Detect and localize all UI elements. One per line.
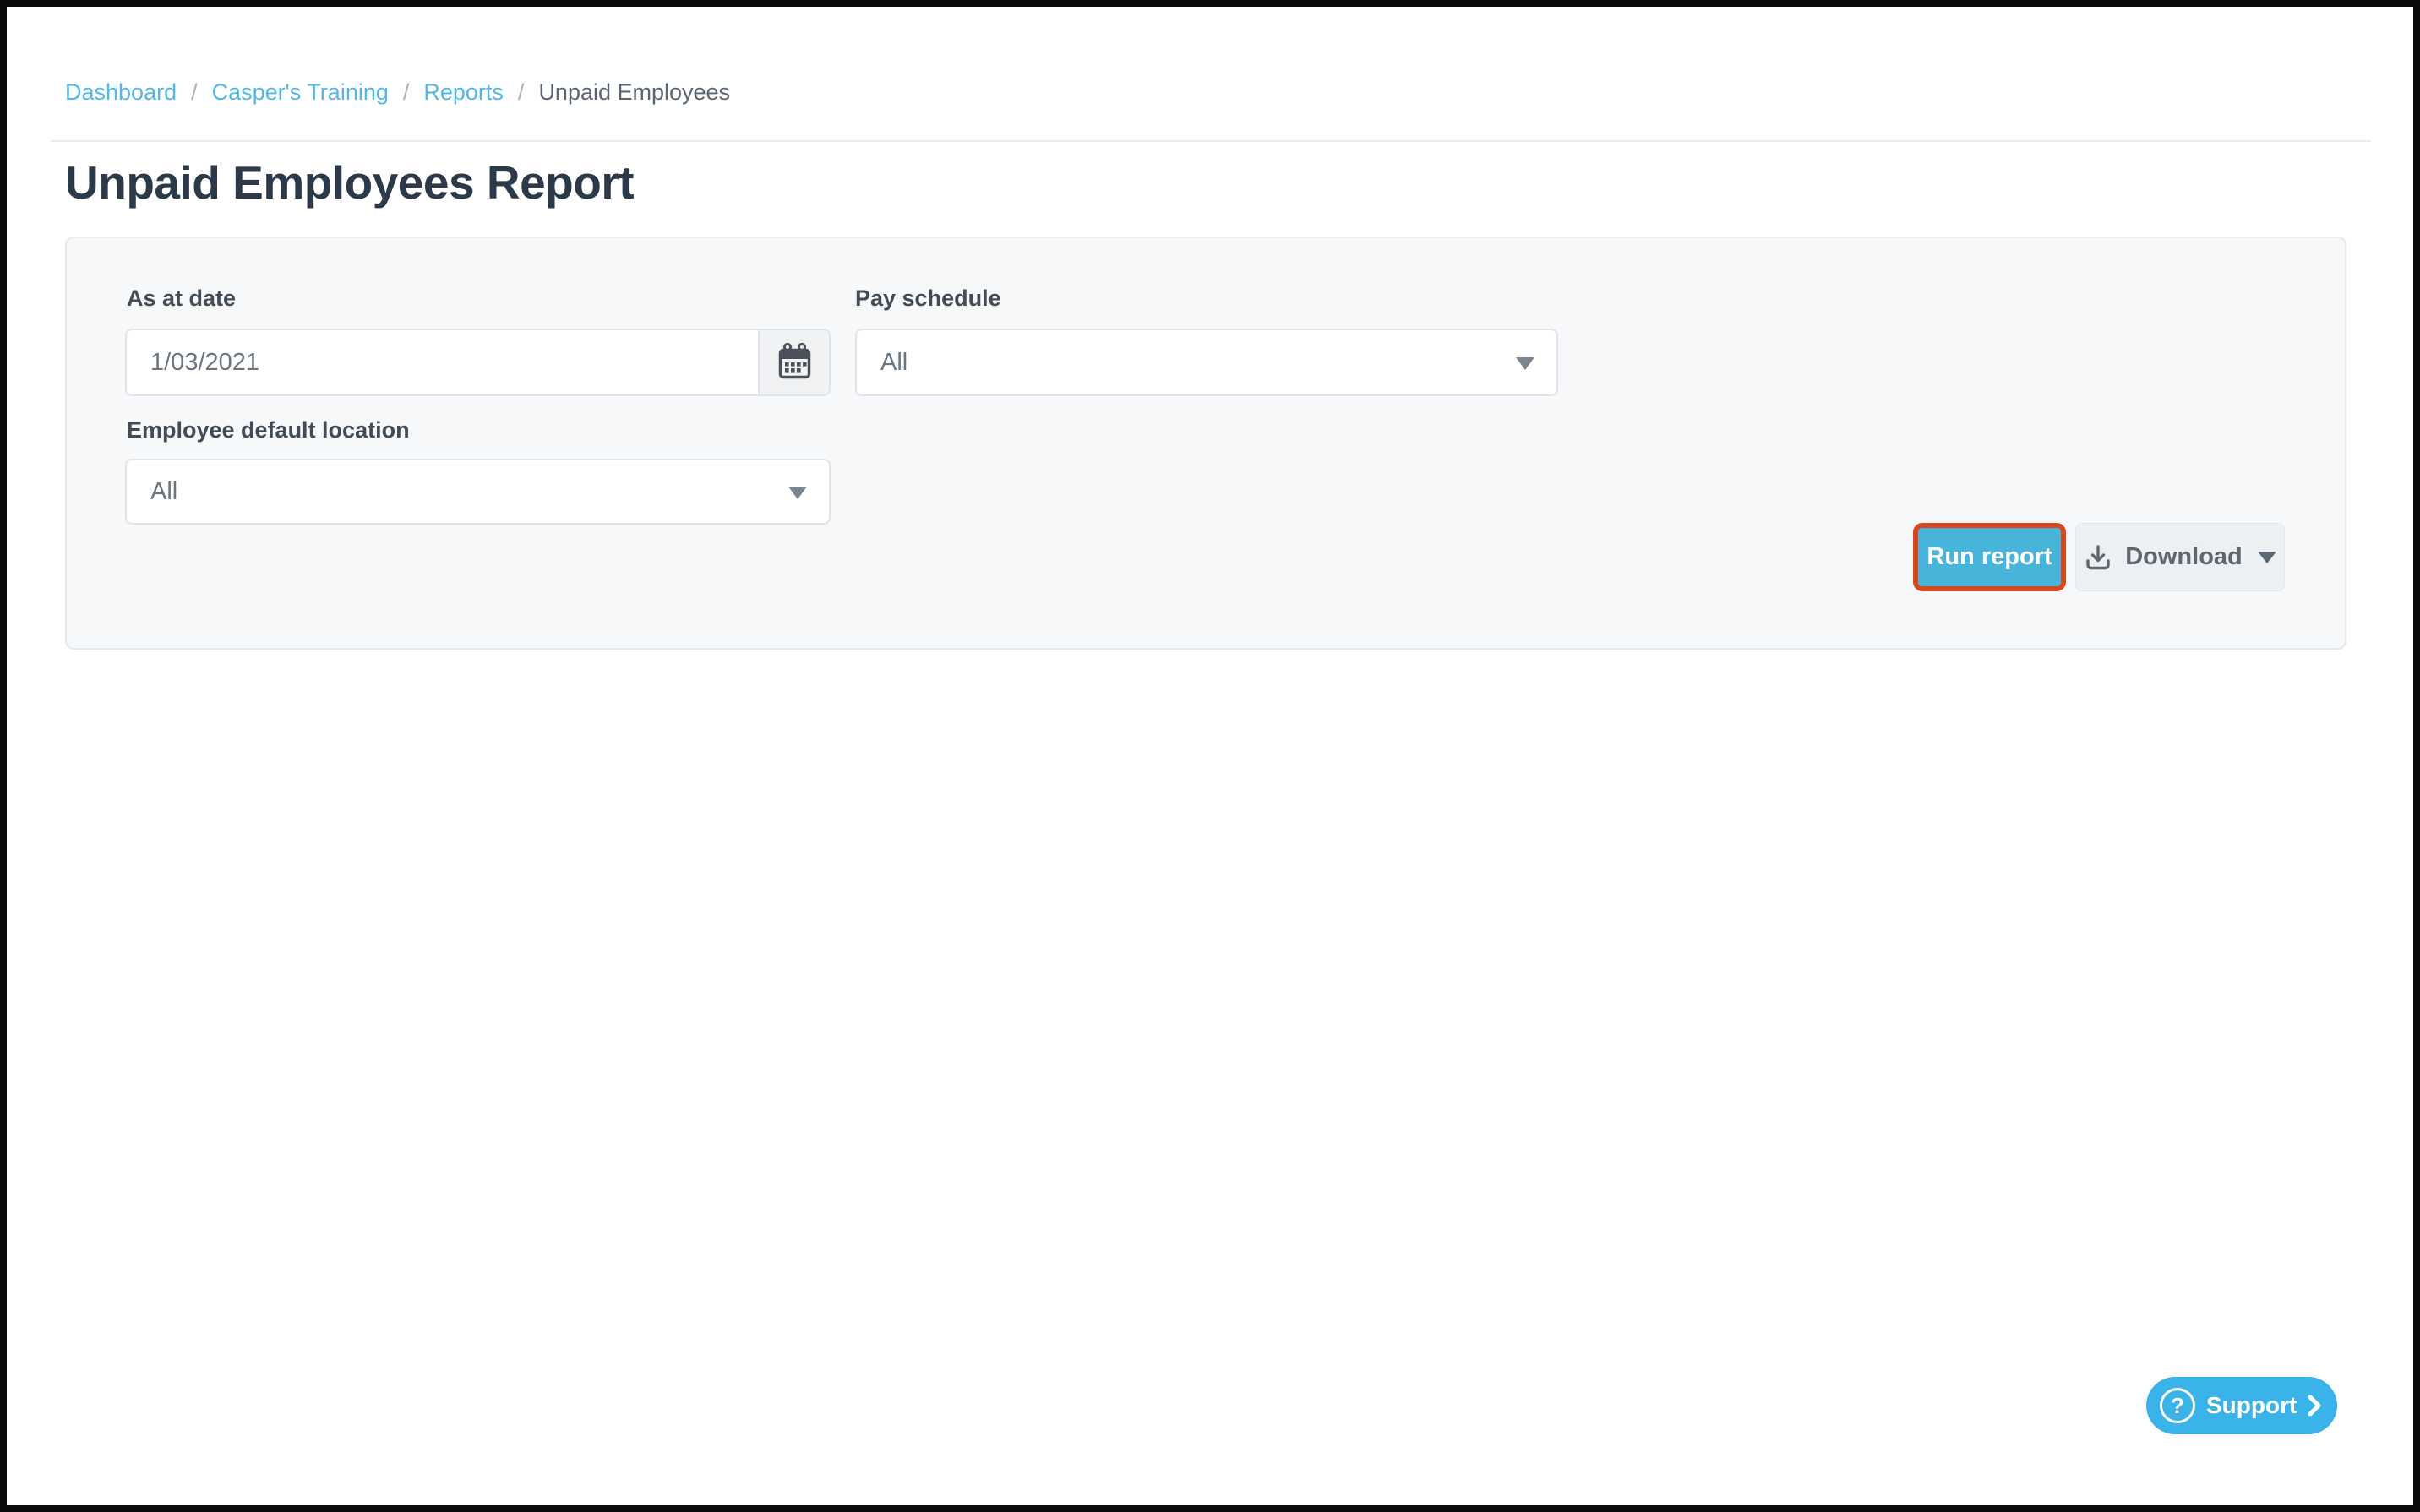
- pay-schedule-label: Pay schedule: [855, 286, 1001, 312]
- screenshot-frame-border: [0, 0, 2420, 1512]
- breadcrumb-separator: /: [403, 79, 410, 106]
- breadcrumb-reports[interactable]: Reports: [423, 79, 504, 106]
- download-button[interactable]: Download: [2075, 523, 2285, 591]
- support-button-label: Support: [2206, 1392, 2297, 1419]
- breadcrumb-separator: /: [518, 79, 525, 106]
- breadcrumb-current: Unpaid Employees: [538, 79, 730, 106]
- run-report-button[interactable]: Run report: [1918, 528, 2061, 586]
- breadcrumb-business[interactable]: Casper's Training: [212, 79, 389, 106]
- download-icon: [2084, 543, 2112, 572]
- unpaid-employees-report-page: Dashboard / Casper's Training / Reports …: [0, 0, 2420, 1512]
- report-filter-panel: As at date: [65, 237, 2346, 650]
- breadcrumb-dashboard[interactable]: Dashboard: [65, 79, 177, 106]
- chevron-right-icon: [2308, 1395, 2321, 1417]
- panel-actions-row: Run report Download: [1913, 523, 2285, 591]
- as-at-date-field: [125, 329, 831, 396]
- support-button[interactable]: ? Support: [2146, 1377, 2337, 1434]
- calendar-picker-button[interactable]: [758, 330, 829, 394]
- employee-default-location-label: Employee default location: [127, 417, 410, 443]
- employee-default-location-selected-value: All: [150, 478, 177, 506]
- page-title: Unpaid Employees Report: [65, 155, 634, 209]
- as-at-date-label: As at date: [127, 286, 236, 312]
- calendar-icon: [777, 342, 812, 383]
- as-at-date-input[interactable]: [127, 330, 758, 394]
- click-highlight-annotation: Run report: [1913, 523, 2066, 591]
- caret-down-icon: [2258, 552, 2276, 563]
- question-mark-icon: ?: [2160, 1388, 2195, 1423]
- breadcrumb-separator: /: [191, 79, 198, 106]
- caret-down-icon: [788, 487, 807, 499]
- caret-down-icon: [1516, 357, 1534, 370]
- pay-schedule-selected-value: All: [880, 349, 908, 377]
- employee-default-location-select[interactable]: All: [125, 459, 831, 525]
- header-divider: [51, 140, 2371, 142]
- pay-schedule-select[interactable]: All: [855, 329, 1558, 396]
- breadcrumb: Dashboard / Casper's Training / Reports …: [65, 79, 730, 106]
- download-button-label: Download: [2125, 543, 2243, 571]
